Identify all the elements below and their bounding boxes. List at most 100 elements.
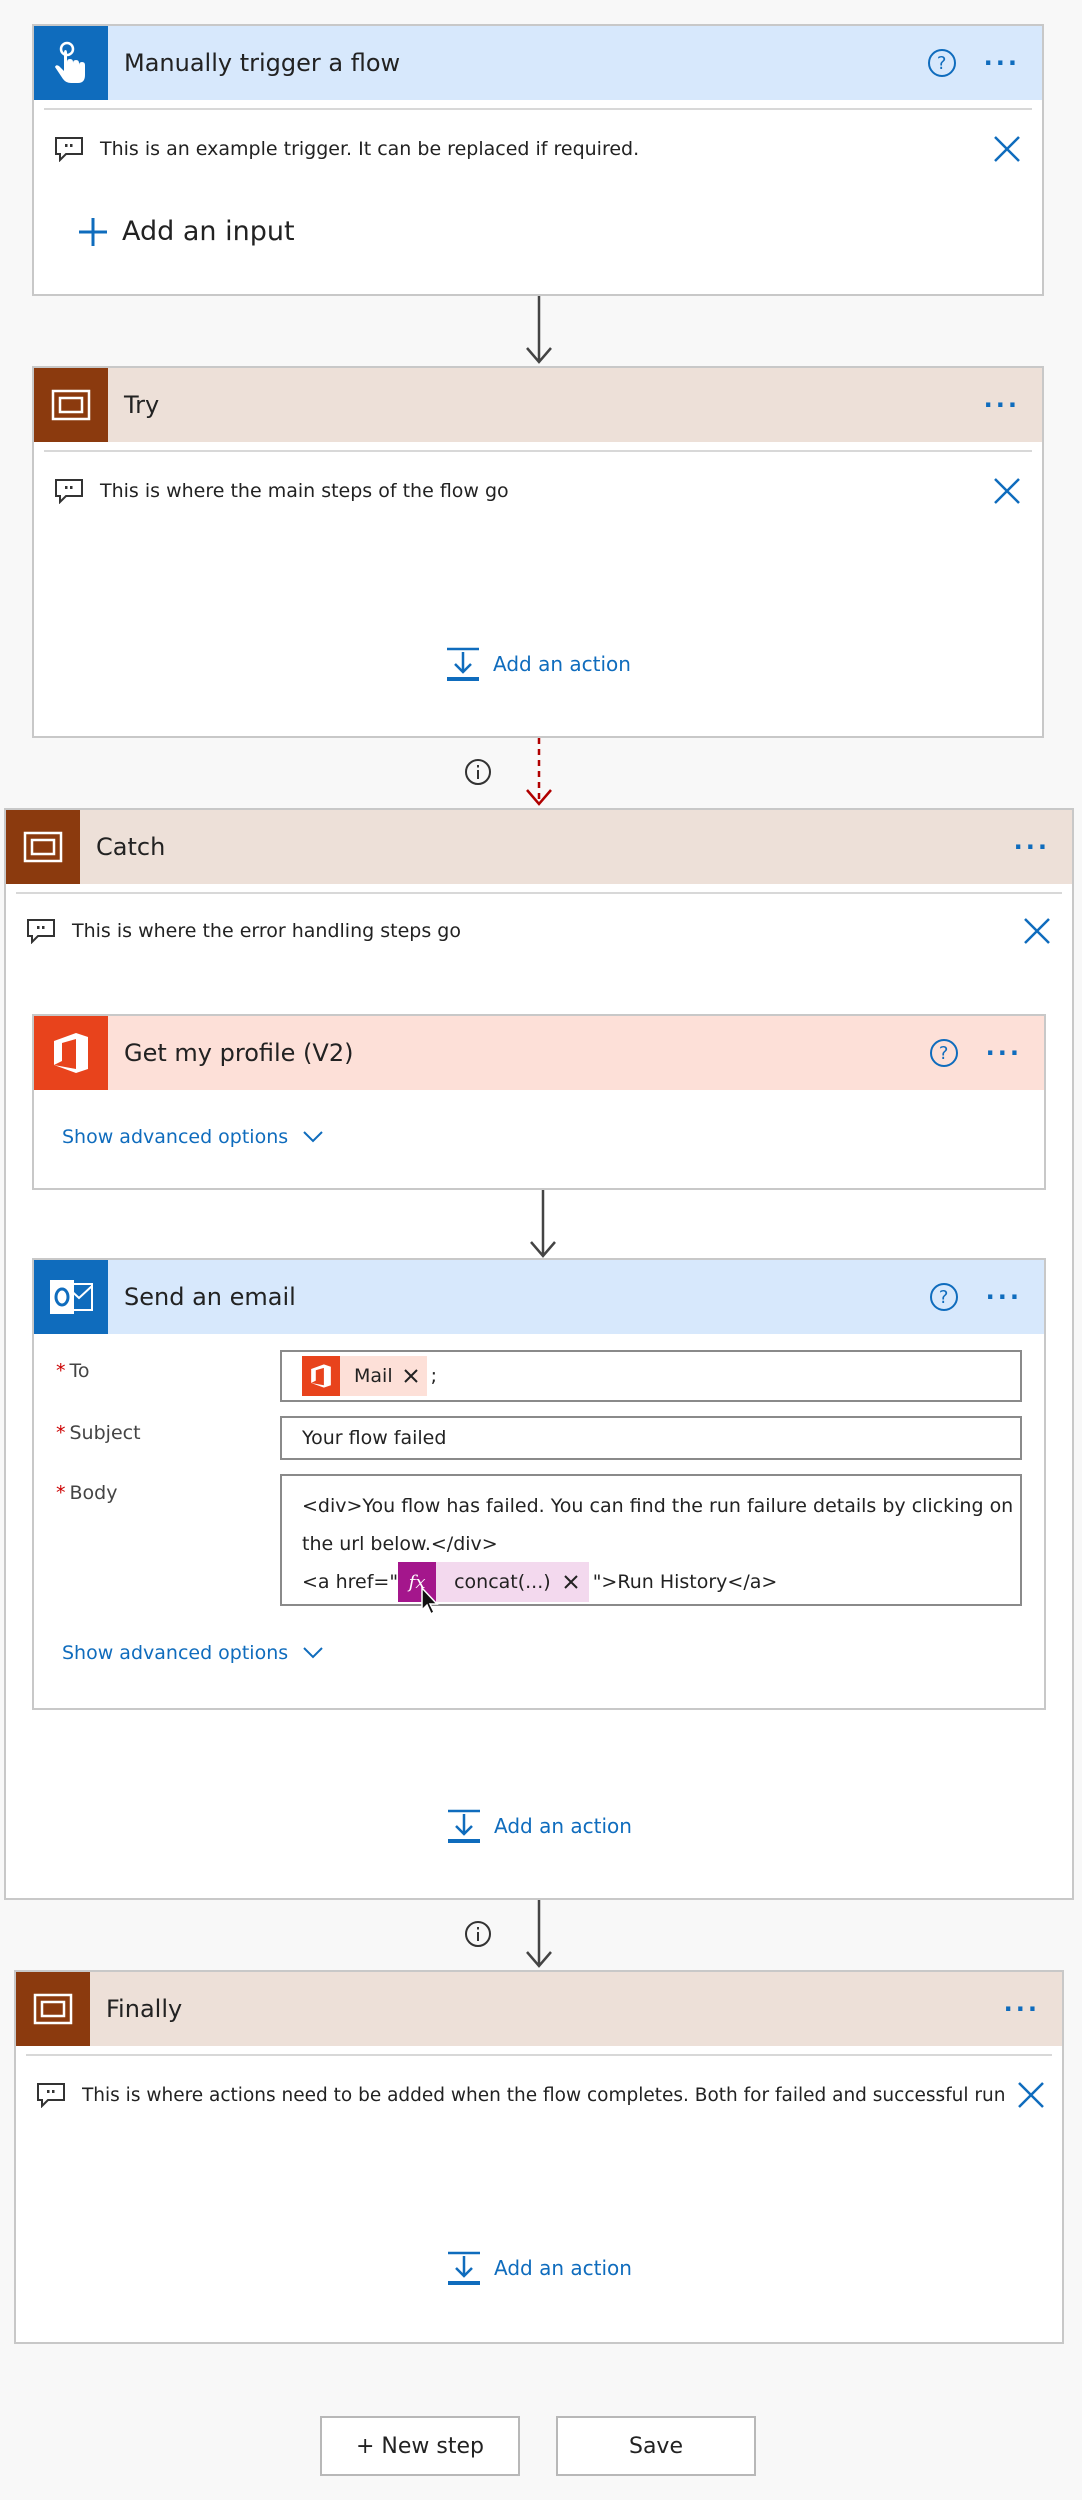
finally-add-action-button[interactable]: Add an action	[16, 2250, 1062, 2286]
add-action-label: Add an action	[494, 1814, 632, 1838]
office-token-icon-box	[302, 1356, 340, 1396]
body-line-3-suffix: ">Run History</a>	[592, 1571, 778, 1593]
remove-token-icon[interactable]	[563, 1574, 579, 1590]
mail-token-label: Mail	[354, 1365, 393, 1387]
trigger-icon-box	[34, 26, 108, 100]
catch-header[interactable]: Catch ···	[6, 810, 1072, 884]
try-comment-text: This is where the main steps of the flow…	[100, 480, 509, 502]
get-profile-card[interactable]: Get my profile (V2) ? ··· Show advanced …	[32, 1014, 1046, 1190]
divider	[44, 450, 1032, 452]
body-line-3-prefix: <a href="	[302, 1571, 399, 1593]
scope-icon	[23, 831, 63, 863]
add-action-icon	[448, 1809, 481, 1843]
to-separator: ;	[430, 1365, 437, 1387]
get-profile-header[interactable]: Get my profile (V2) ? ···	[34, 1016, 1044, 1090]
catch-comment-row: This is where the error handling steps g…	[26, 916, 1052, 946]
office-icon-box	[34, 1016, 108, 1090]
send-email-card[interactable]: Send an email ? ··· * To Mail ; * Subject	[32, 1258, 1046, 1710]
add-action-icon	[448, 2251, 481, 2285]
finally-icon-box	[16, 1972, 90, 2046]
comment-icon	[37, 2083, 65, 2108]
add-input-button[interactable]: Add an input	[78, 216, 295, 247]
subject-label: * Subject	[56, 1422, 141, 1444]
scope-icon	[33, 1993, 73, 2025]
save-button[interactable]: Save	[556, 2416, 756, 2476]
more-options-icon[interactable]: ···	[1004, 1997, 1040, 2021]
add-action-label: Add an action	[494, 2256, 632, 2280]
comment-icon	[55, 137, 83, 162]
catch-add-action-button[interactable]: Add an action	[6, 1808, 1072, 1844]
to-field[interactable]: Mail ;	[280, 1350, 1022, 1402]
mouse-cursor-icon	[421, 1586, 439, 1616]
try-add-action-button[interactable]: Add an action	[34, 646, 1042, 682]
comment-icon	[27, 919, 55, 944]
connector-arrow	[526, 296, 552, 364]
more-options-icon[interactable]: ···	[984, 51, 1020, 75]
add-action-label: Add an action	[493, 652, 631, 676]
divider	[26, 2054, 1052, 2056]
try-title: Try	[124, 391, 160, 419]
new-step-button[interactable]: + New step	[320, 2416, 520, 2476]
send-email-header[interactable]: Send an email ? ···	[34, 1260, 1044, 1334]
show-advanced-options-link[interactable]: Show advanced options	[62, 1126, 324, 1148]
show-advanced-options-label: Show advanced options	[62, 1642, 289, 1664]
connector-arrow	[530, 1190, 556, 1258]
show-advanced-options-label: Show advanced options	[62, 1126, 289, 1148]
try-header[interactable]: Try ···	[34, 368, 1042, 442]
subject-value: Your flow failed	[302, 1427, 447, 1449]
info-icon[interactable]	[464, 758, 492, 786]
subject-field[interactable]: Your flow failed	[280, 1416, 1022, 1460]
body-line-2: the url below.</div>	[302, 1533, 498, 1555]
office-365-icon	[54, 1033, 88, 1073]
show-advanced-options-link[interactable]: Show advanced options	[62, 1642, 324, 1664]
trigger-header[interactable]: Manually trigger a flow ? ···	[34, 26, 1042, 100]
finally-scope-card[interactable]: Finally ··· This is where actions need t…	[14, 1970, 1064, 2344]
remove-token-icon[interactable]	[403, 1368, 419, 1384]
try-icon-box	[34, 368, 108, 442]
body-line-1: <div>You flow has failed. You can find t…	[302, 1495, 1014, 1517]
try-comment-row: This is where the main steps of the flow…	[54, 476, 1022, 506]
divider	[16, 892, 1062, 894]
close-comment-icon[interactable]	[992, 134, 1022, 164]
body-label: * Body	[56, 1482, 118, 1504]
more-options-icon[interactable]: ···	[1014, 835, 1050, 859]
chevron-down-icon	[303, 1131, 323, 1143]
catch-icon-box	[6, 810, 80, 884]
info-icon[interactable]	[464, 1920, 492, 1948]
run-after-arrow	[526, 738, 552, 806]
help-icon[interactable]: ?	[929, 1039, 958, 1067]
finally-title: Finally	[106, 1995, 183, 2023]
plus-icon	[79, 217, 107, 246]
send-email-title: Send an email	[124, 1283, 296, 1311]
comment-icon	[55, 479, 83, 504]
body-line-3: <a href=" fx concat(...) ">Run History</…	[302, 1562, 1000, 1602]
close-comment-icon[interactable]	[1022, 916, 1052, 946]
more-options-icon[interactable]: ···	[984, 393, 1020, 417]
body-field[interactable]: <div>You flow has failed. You can find t…	[280, 1474, 1022, 1606]
catch-scope-card[interactable]: Catch ··· This is where the error handli…	[4, 808, 1074, 1900]
more-options-icon[interactable]: ···	[986, 1041, 1022, 1065]
expression-token-label: concat(...)	[454, 1571, 551, 1593]
trigger-comment-row: This is an example trigger. It can be re…	[54, 134, 1022, 164]
help-icon[interactable]: ?	[927, 49, 956, 77]
trigger-card[interactable]: Manually trigger a flow ? ··· This is an…	[32, 24, 1044, 296]
trigger-title: Manually trigger a flow	[124, 49, 401, 77]
chevron-down-icon	[303, 1647, 323, 1659]
connector-arrow	[526, 1900, 552, 1968]
outlook-icon-box	[34, 1260, 108, 1334]
finally-comment-text: This is where actions need to be added w…	[82, 2084, 1006, 2106]
help-icon[interactable]: ?	[929, 1283, 958, 1311]
finally-header[interactable]: Finally ···	[16, 1972, 1062, 2046]
outlook-icon	[50, 1280, 93, 1314]
mail-token[interactable]: Mail	[302, 1356, 427, 1396]
catch-title: Catch	[96, 833, 166, 861]
add-input-label: Add an input	[122, 216, 295, 247]
add-action-icon	[447, 647, 480, 681]
finally-comment-row: This is where actions need to be added w…	[36, 2080, 1046, 2110]
catch-comment-text: This is where the error handling steps g…	[72, 920, 461, 942]
try-scope-card[interactable]: Try ··· This is where the main steps of …	[32, 366, 1044, 738]
close-comment-icon[interactable]	[1016, 2080, 1046, 2110]
trigger-comment-text: This is an example trigger. It can be re…	[100, 138, 640, 160]
more-options-icon[interactable]: ···	[986, 1285, 1022, 1309]
close-comment-icon[interactable]	[992, 476, 1022, 506]
